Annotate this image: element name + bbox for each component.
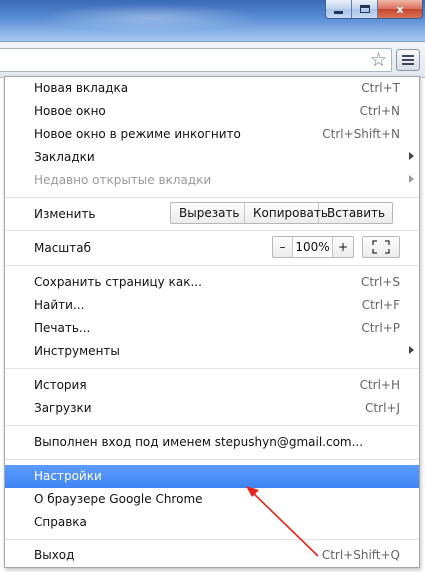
hamburger-menu-icon bbox=[402, 55, 414, 57]
menu-item-shortcut: Ctrl+T bbox=[361, 81, 400, 95]
star-icon[interactable]: ☆ bbox=[370, 49, 387, 71]
menu-item-shortcut: Ctrl+N bbox=[359, 104, 400, 118]
window-controls: x bbox=[325, 0, 423, 19]
menu-item-label: Сохранить страницу как... bbox=[34, 275, 202, 289]
menu-item-recent-tabs: Недавно открытые вкладки bbox=[5, 169, 419, 192]
hamburger-menu-icon bbox=[402, 63, 414, 65]
menu-item-label: Инструменты bbox=[34, 344, 120, 358]
menu-item-label: Закладки bbox=[34, 150, 95, 164]
zoom-control: – 100% + bbox=[272, 236, 354, 258]
titlebar-glow bbox=[40, 4, 260, 32]
menu-item-new-window[interactable]: Новое окно Ctrl+N bbox=[5, 100, 419, 123]
menu-item-shortcut: Ctrl+F bbox=[361, 298, 400, 312]
hamburger-menu-icon bbox=[402, 59, 414, 61]
submenu-arrow-icon bbox=[409, 152, 414, 160]
menu-item-label: Масштаб bbox=[34, 241, 92, 255]
minimize-button[interactable] bbox=[326, 0, 352, 18]
submenu-arrow-icon bbox=[409, 346, 414, 354]
chrome-menu: Новая вкладка Ctrl+T Новое окно Ctrl+N Н… bbox=[4, 76, 420, 568]
address-bar[interactable]: ☆ bbox=[0, 48, 392, 72]
menu-item-label: Найти... bbox=[34, 298, 85, 312]
menu-item-label: О браузере Google Chrome bbox=[34, 492, 203, 506]
submenu-arrow-icon bbox=[409, 175, 414, 183]
menu-item-shortcut: Ctrl+S bbox=[360, 275, 400, 289]
menu-item-shortcut: Ctrl+H bbox=[359, 378, 400, 392]
cut-button[interactable]: Вырезать bbox=[171, 203, 245, 223]
menu-item-label: Изменить bbox=[34, 207, 96, 221]
menu-item-tools[interactable]: Инструменты bbox=[5, 340, 419, 363]
menu-item-incognito[interactable]: Новое окно в режиме инкогнито Ctrl+Shift… bbox=[5, 123, 419, 146]
zoom-out-button[interactable]: – bbox=[273, 237, 293, 257]
menu-separator bbox=[5, 425, 419, 426]
menu-item-exit[interactable]: Выход Ctrl+Shift+Q bbox=[5, 544, 419, 567]
window-titlebar: x bbox=[0, 0, 425, 42]
menu-separator bbox=[5, 265, 419, 266]
menu-item-find[interactable]: Найти... Ctrl+F bbox=[5, 294, 419, 317]
menu-item-help[interactable]: Справка bbox=[5, 511, 419, 534]
edit-button-group: Вырезать Копировать Вставить bbox=[170, 202, 393, 224]
menu-item-signed-in[interactable]: Выполнен вход под именем stepushyn@gmail… bbox=[5, 431, 419, 454]
menu-item-zoom: Масштаб bbox=[5, 237, 419, 260]
maximize-button[interactable] bbox=[352, 0, 378, 18]
menu-separator bbox=[5, 230, 419, 231]
menu-item-bookmarks[interactable]: Закладки bbox=[5, 146, 419, 169]
fullscreen-icon bbox=[372, 240, 390, 254]
close-icon: x bbox=[396, 2, 404, 16]
menu-item-history[interactable]: История Ctrl+H bbox=[5, 374, 419, 397]
menu-item-shortcut: Ctrl+P bbox=[361, 321, 400, 335]
zoom-level: 100% bbox=[293, 237, 333, 257]
copy-button[interactable]: Копировать bbox=[245, 203, 328, 223]
menu-item-label: Печать... bbox=[34, 321, 91, 335]
menu-item-print[interactable]: Печать... Ctrl+P bbox=[5, 317, 419, 340]
menu-item-label: Справка bbox=[34, 515, 87, 529]
menu-item-downloads[interactable]: Загрузки Ctrl+J bbox=[5, 397, 419, 420]
minimize-icon bbox=[334, 10, 343, 14]
menu-item-save-page[interactable]: Сохранить страницу как... Ctrl+S bbox=[5, 271, 419, 294]
menu-item-label: Настройки bbox=[34, 469, 102, 483]
paste-button[interactable]: Вставить bbox=[319, 203, 392, 223]
menu-separator bbox=[5, 459, 419, 460]
menu-item-label: Новое окно bbox=[34, 104, 106, 118]
fullscreen-button[interactable] bbox=[362, 236, 400, 258]
menu-separator bbox=[5, 368, 419, 369]
menu-item-new-tab[interactable]: Новая вкладка Ctrl+T bbox=[5, 77, 419, 100]
zoom-in-button[interactable]: + bbox=[333, 237, 353, 257]
menu-item-label: Выход bbox=[34, 548, 75, 562]
menu-item-label: Недавно открытые вкладки bbox=[34, 173, 212, 187]
menu-item-label: Загрузки bbox=[34, 401, 92, 415]
chrome-menu-button[interactable] bbox=[396, 49, 420, 71]
menu-item-label: Новое окно в режиме инкогнито bbox=[34, 127, 241, 141]
menu-item-about-chrome[interactable]: О браузере Google Chrome bbox=[5, 488, 419, 511]
close-button[interactable]: x bbox=[378, 0, 422, 18]
browser-toolbar: ☆ bbox=[0, 42, 425, 78]
menu-separator bbox=[5, 539, 419, 540]
menu-item-shortcut: Ctrl+Shift+N bbox=[322, 127, 400, 141]
menu-item-shortcut: Ctrl+J bbox=[365, 401, 400, 415]
menu-item-settings[interactable]: Настройки bbox=[5, 465, 419, 488]
menu-item-label: Новая вкладка bbox=[34, 81, 129, 95]
menu-separator bbox=[5, 197, 419, 198]
menu-item-label: Выполнен вход под именем stepushyn@gmail… bbox=[34, 435, 364, 449]
menu-item-shortcut: Ctrl+Shift+Q bbox=[321, 548, 400, 562]
menu-item-label: История bbox=[34, 378, 87, 392]
maximize-icon bbox=[359, 5, 370, 13]
